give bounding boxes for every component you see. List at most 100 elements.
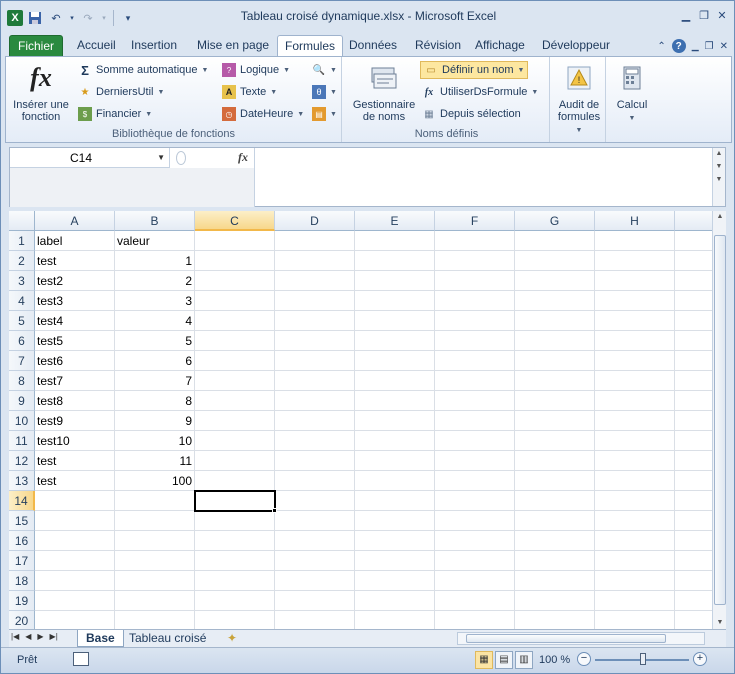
cell[interactable] [595, 511, 675, 531]
cell[interactable] [515, 251, 595, 271]
close-icon[interactable]: ✕ [714, 7, 730, 23]
cell[interactable] [515, 411, 595, 431]
cell[interactable] [195, 451, 275, 471]
cell[interactable] [195, 571, 275, 591]
cell[interactable]: 6 [115, 351, 195, 371]
cell[interactable] [195, 351, 275, 371]
zoom-in-icon[interactable]: + [693, 652, 707, 666]
insert-function-fx-button[interactable]: fx [238, 150, 248, 165]
zoom-out-icon[interactable]: − [577, 652, 591, 666]
worksheet-grid[interactable]: A B C D E F G H 1 label valeur 2 test 1 3 test2 2 4 test3 3… [9, 211, 712, 629]
cell[interactable] [275, 351, 355, 371]
cell[interactable] [515, 491, 595, 511]
cell[interactable] [675, 231, 712, 251]
cell[interactable] [675, 251, 712, 271]
tab-insert[interactable]: Insertion [127, 35, 181, 57]
next-sheet-icon[interactable]: ▶ [37, 632, 43, 641]
cell[interactable] [435, 591, 515, 611]
row-header[interactable]: 2 [9, 251, 35, 271]
sheet-tab-base[interactable]: Base [77, 630, 124, 647]
cell[interactable] [675, 371, 712, 391]
cell[interactable] [595, 571, 675, 591]
minimize-ribbon-icon[interactable]: ⌃ [657, 41, 665, 52]
cell[interactable] [595, 311, 675, 331]
cell[interactable] [675, 311, 712, 331]
cell[interactable] [515, 511, 595, 531]
cell[interactable] [675, 551, 712, 571]
cell[interactable] [355, 551, 435, 571]
formula-bar-scrollbar[interactable]: ▲ ▼ ▼ [712, 148, 725, 206]
cell[interactable] [515, 391, 595, 411]
recent-button[interactable]: ★ DerniersUtil ▼ [78, 83, 165, 101]
row-header[interactable]: 20 [9, 611, 35, 629]
cell[interactable]: test5 [35, 331, 115, 351]
cell[interactable] [115, 491, 195, 511]
financial-button[interactable]: $ Financier ▼ [78, 105, 152, 123]
cell[interactable] [515, 591, 595, 611]
cell[interactable]: test4 [35, 311, 115, 331]
cell[interactable] [275, 511, 355, 531]
use-in-formula-button[interactable]: fx UtiliserDsFormule ▼ [422, 83, 539, 101]
cell[interactable]: test8 [35, 391, 115, 411]
cell[interactable] [675, 431, 712, 451]
create-from-selection-button[interactable]: ▦ Depuis sélection [422, 105, 520, 123]
lookup-button[interactable]: 🔍 ▼ [312, 61, 337, 79]
cell[interactable] [675, 271, 712, 291]
cell[interactable]: 2 [115, 271, 195, 291]
cell[interactable] [275, 291, 355, 311]
cell[interactable] [675, 531, 712, 551]
cell[interactable] [435, 331, 515, 351]
cell[interactable] [675, 611, 712, 629]
row-header[interactable]: 9 [9, 391, 35, 411]
row-header[interactable]: 12 [9, 451, 35, 471]
cell[interactable] [275, 331, 355, 351]
cell[interactable] [515, 531, 595, 551]
cell[interactable] [515, 331, 595, 351]
cell[interactable] [195, 331, 275, 351]
macro-record-icon[interactable] [73, 652, 89, 666]
horizontal-scrollbar[interactable] [457, 632, 705, 645]
row-header[interactable]: 10 [9, 411, 35, 431]
cell[interactable] [195, 271, 275, 291]
cell[interactable] [355, 571, 435, 591]
tab-review[interactable]: Révision [411, 35, 465, 57]
more-functions-button[interactable]: ▤ ▼ [312, 105, 337, 123]
name-manager-button[interactable]: Gestionnaire de noms [348, 61, 420, 123]
cell[interactable] [35, 571, 115, 591]
cell[interactable] [355, 531, 435, 551]
cell[interactable] [515, 231, 595, 251]
cell[interactable]: test2 [35, 271, 115, 291]
cell[interactable] [675, 591, 712, 611]
cell[interactable]: 7 [115, 371, 195, 391]
row-header[interactable]: 3 [9, 271, 35, 291]
row-header[interactable]: 4 [9, 291, 35, 311]
cell[interactable] [675, 491, 712, 511]
cell[interactable]: test [35, 451, 115, 471]
cell[interactable] [35, 611, 115, 629]
cell[interactable] [595, 611, 675, 629]
cell[interactable] [435, 391, 515, 411]
cell[interactable] [195, 551, 275, 571]
cell[interactable] [275, 391, 355, 411]
cell[interactable] [195, 291, 275, 311]
chevron-up-icon[interactable]: ▲ [713, 150, 725, 157]
cell[interactable]: test9 [35, 411, 115, 431]
cell[interactable] [435, 271, 515, 291]
cell[interactable]: label [35, 231, 115, 251]
logical-button[interactable]: ? Logique ▼ [222, 61, 290, 79]
cell[interactable] [35, 591, 115, 611]
tab-page-layout[interactable]: Mise en page [193, 35, 273, 57]
page-break-view-icon[interactable]: ▥ [515, 651, 533, 669]
cell[interactable] [595, 431, 675, 451]
cell[interactable] [355, 611, 435, 629]
cell[interactable] [595, 451, 675, 471]
name-box[interactable]: C14 ▼ [10, 148, 170, 168]
cell[interactable] [195, 511, 275, 531]
normal-view-icon[interactable]: ▦ [475, 651, 493, 669]
column-header[interactable]: E [355, 211, 435, 231]
tab-data[interactable]: Données [345, 35, 401, 57]
cell[interactable] [195, 431, 275, 451]
cell[interactable] [515, 471, 595, 491]
row-header[interactable]: 19 [9, 591, 35, 611]
cell[interactable] [675, 511, 712, 531]
